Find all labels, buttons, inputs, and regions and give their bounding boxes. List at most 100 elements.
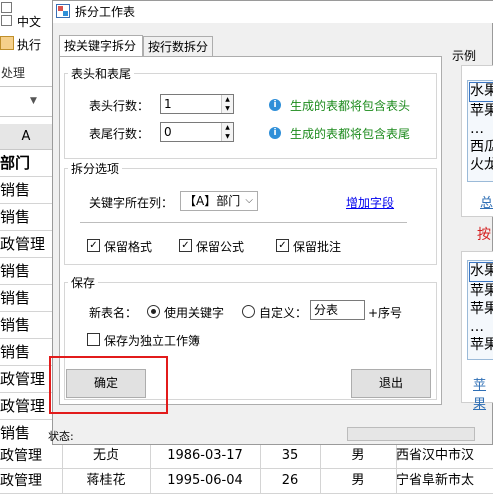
footer-rows-value: 0 [164,125,172,139]
custom-name-radio[interactable] [242,305,255,318]
header-footer-title: 表头和表尾 [68,67,135,81]
example-box-2: 水果 苹果 苹果 … 苹果 苹果 [461,251,493,412]
example-tab-1: 总 [480,196,493,211]
keep-comment-checkbox[interactable]: ✓ [276,239,289,252]
example-title: 示例 [452,49,477,63]
example-tab-2: 苹果 [473,378,487,412]
sheet-checkbox-2[interactable] [1,15,12,26]
cell[interactable]: 政管理 [0,469,63,494]
cell[interactable]: 销售 [0,204,52,231]
column-header-a[interactable]: A [0,124,52,150]
execute-icon [0,36,14,50]
example-sheet-2: 水果 苹果 苹果 … 苹果 [467,260,493,360]
table-row: 政管理 蒋桂花 1995-06-04 26 男 宁省阜新市太 [0,469,493,494]
info-icon: i [269,99,281,111]
example-line: … [470,319,484,335]
save-independent-checkbox[interactable] [87,333,100,346]
use-keyword-radio[interactable] [147,305,160,318]
dialog-title: 拆分工作表 [75,5,136,19]
example-sheet-1: 水果 苹果 … 西瓜 火龙 [467,80,493,182]
add-field-link[interactable]: 增加字段 [346,194,394,211]
cell[interactable]: 销售 [0,258,52,285]
example-line: … [470,121,484,137]
sheet-checkbox-label: 中文 [17,15,42,29]
sheet-checkbox-1[interactable] [1,2,12,13]
cell[interactable]: 销售 [0,312,52,339]
key-column-label: 关键字所在列： [89,196,174,210]
info-icon: i [269,127,281,139]
cell[interactable]: 销售 [0,339,52,366]
sequence-suffix-label: +序号 [368,306,403,320]
cell[interactable]: 宁省阜新市太 [396,469,493,494]
header-rows-label: 表头行数： [89,99,150,113]
radio-selected-dot [151,309,156,314]
example-line: 火龙 [470,157,493,173]
keep-comment-label: 保留批注 [293,240,342,254]
example-line: 水果 [469,262,493,282]
cell[interactable]: 26 [260,469,321,494]
tab-keyword-split[interactable]: 按关键字拆分 [59,35,143,57]
chevron-down-icon: ▼ [30,96,37,106]
toolbar-group-label: 处理 [1,66,26,80]
header-hint: 生成的表都将包含表头 [290,99,411,113]
header-rows-spinner[interactable]: ▲ ▼ [221,95,233,113]
example-box-1: 水果 苹果 … 西瓜 火龙 总 [461,65,493,217]
footer-hint: 生成的表都将包含表尾 [290,127,411,141]
cell[interactable]: 1986-03-17 [150,444,261,469]
cell[interactable]: 销售 [0,285,52,312]
example-line: 苹果 [470,301,493,317]
cell[interactable]: 销售 [0,420,52,447]
cell[interactable]: 男 [320,469,397,494]
key-column-value: 【A】部门 [184,194,241,208]
example-line: 苹果 [470,103,493,119]
sheet-execute-label: 执行 [17,38,42,52]
use-keyword-label: 使用关键字 [164,306,225,320]
cell[interactable]: 政管理 [0,366,52,393]
example-line: 水果 [469,82,493,102]
cell[interactable]: 无贞 [62,444,151,469]
table-row: 政管理 无贞 1986-03-17 35 男 西省汉中市汉 [0,444,493,469]
cell[interactable]: 男 [320,444,397,469]
key-column-select[interactable]: 【A】部门 ⌵ [180,191,258,211]
cell[interactable]: 政管理 [0,393,52,420]
column-a-cells: 部门 销售 销售 政管理 销售 销售 销售 销售 政管理 政管理 销售 [0,150,52,447]
tab-panel: 表头和表尾 表头行数： 1 ▲ ▼ i 生成的表都将包含表头 表尾行数： 0 ▲… [59,56,442,405]
divider [80,222,407,223]
split-worksheet-dialog: 拆分工作表 按关键字拆分 按行数拆分 表头和表尾 表头行数： 1 ▲ ▼ i 生… [48,0,493,445]
cell[interactable]: 政管理 [0,444,63,469]
name-box[interactable]: ▼ [0,94,52,117]
footer-rows-input[interactable]: 0 ▲ ▼ [160,122,234,142]
header-footer-group [64,73,437,159]
highlight-box [49,356,168,414]
cell[interactable]: 销售 [0,177,52,204]
tab-rowcount-split[interactable]: 按行数拆分 [143,36,213,58]
save-title: 保存 [68,276,99,290]
keep-formula-label: 保留公式 [196,240,245,254]
keep-format-checkbox[interactable]: ✓ [87,239,100,252]
cell[interactable]: 35 [260,444,321,469]
title-bar[interactable]: 拆分工作表 [53,1,493,23]
cell[interactable]: 政管理 [0,231,52,258]
keep-format-label: 保留格式 [104,240,153,254]
example-line: 苹果 [470,337,493,353]
exit-button[interactable]: 退出 [351,369,431,398]
new-name-label: 新表名： [89,306,138,320]
progress-bar [347,427,475,441]
sheet-background: 中文 执行 处理 ▼ A 部门 销售 销售 政管理 销售 销售 销售 销售 政管… [0,0,52,494]
header-rows-value: 1 [164,97,172,111]
example-line: 西瓜 [470,139,493,155]
keep-formula-checkbox[interactable]: ✓ [179,239,192,252]
cell[interactable]: 1995-06-04 [150,469,261,494]
example-arrow-label: 按 [477,227,491,243]
save-independent-label: 保存为独立工作簿 [104,334,201,348]
cell[interactable]: 蒋桂花 [62,469,151,494]
app-icon [56,4,70,18]
custom-name-input[interactable]: 分表 [310,300,365,320]
cell[interactable]: 西省汉中市汉 [396,444,493,469]
split-options-title: 拆分选项 [68,162,123,176]
cell[interactable]: 部门 [0,150,52,177]
footer-rows-spinner[interactable]: ▲ ▼ [221,123,233,141]
header-rows-input[interactable]: 1 ▲ ▼ [160,94,234,114]
chevron-down-icon: ⌵ [245,195,253,206]
custom-name-label: 自定义： [259,306,308,320]
